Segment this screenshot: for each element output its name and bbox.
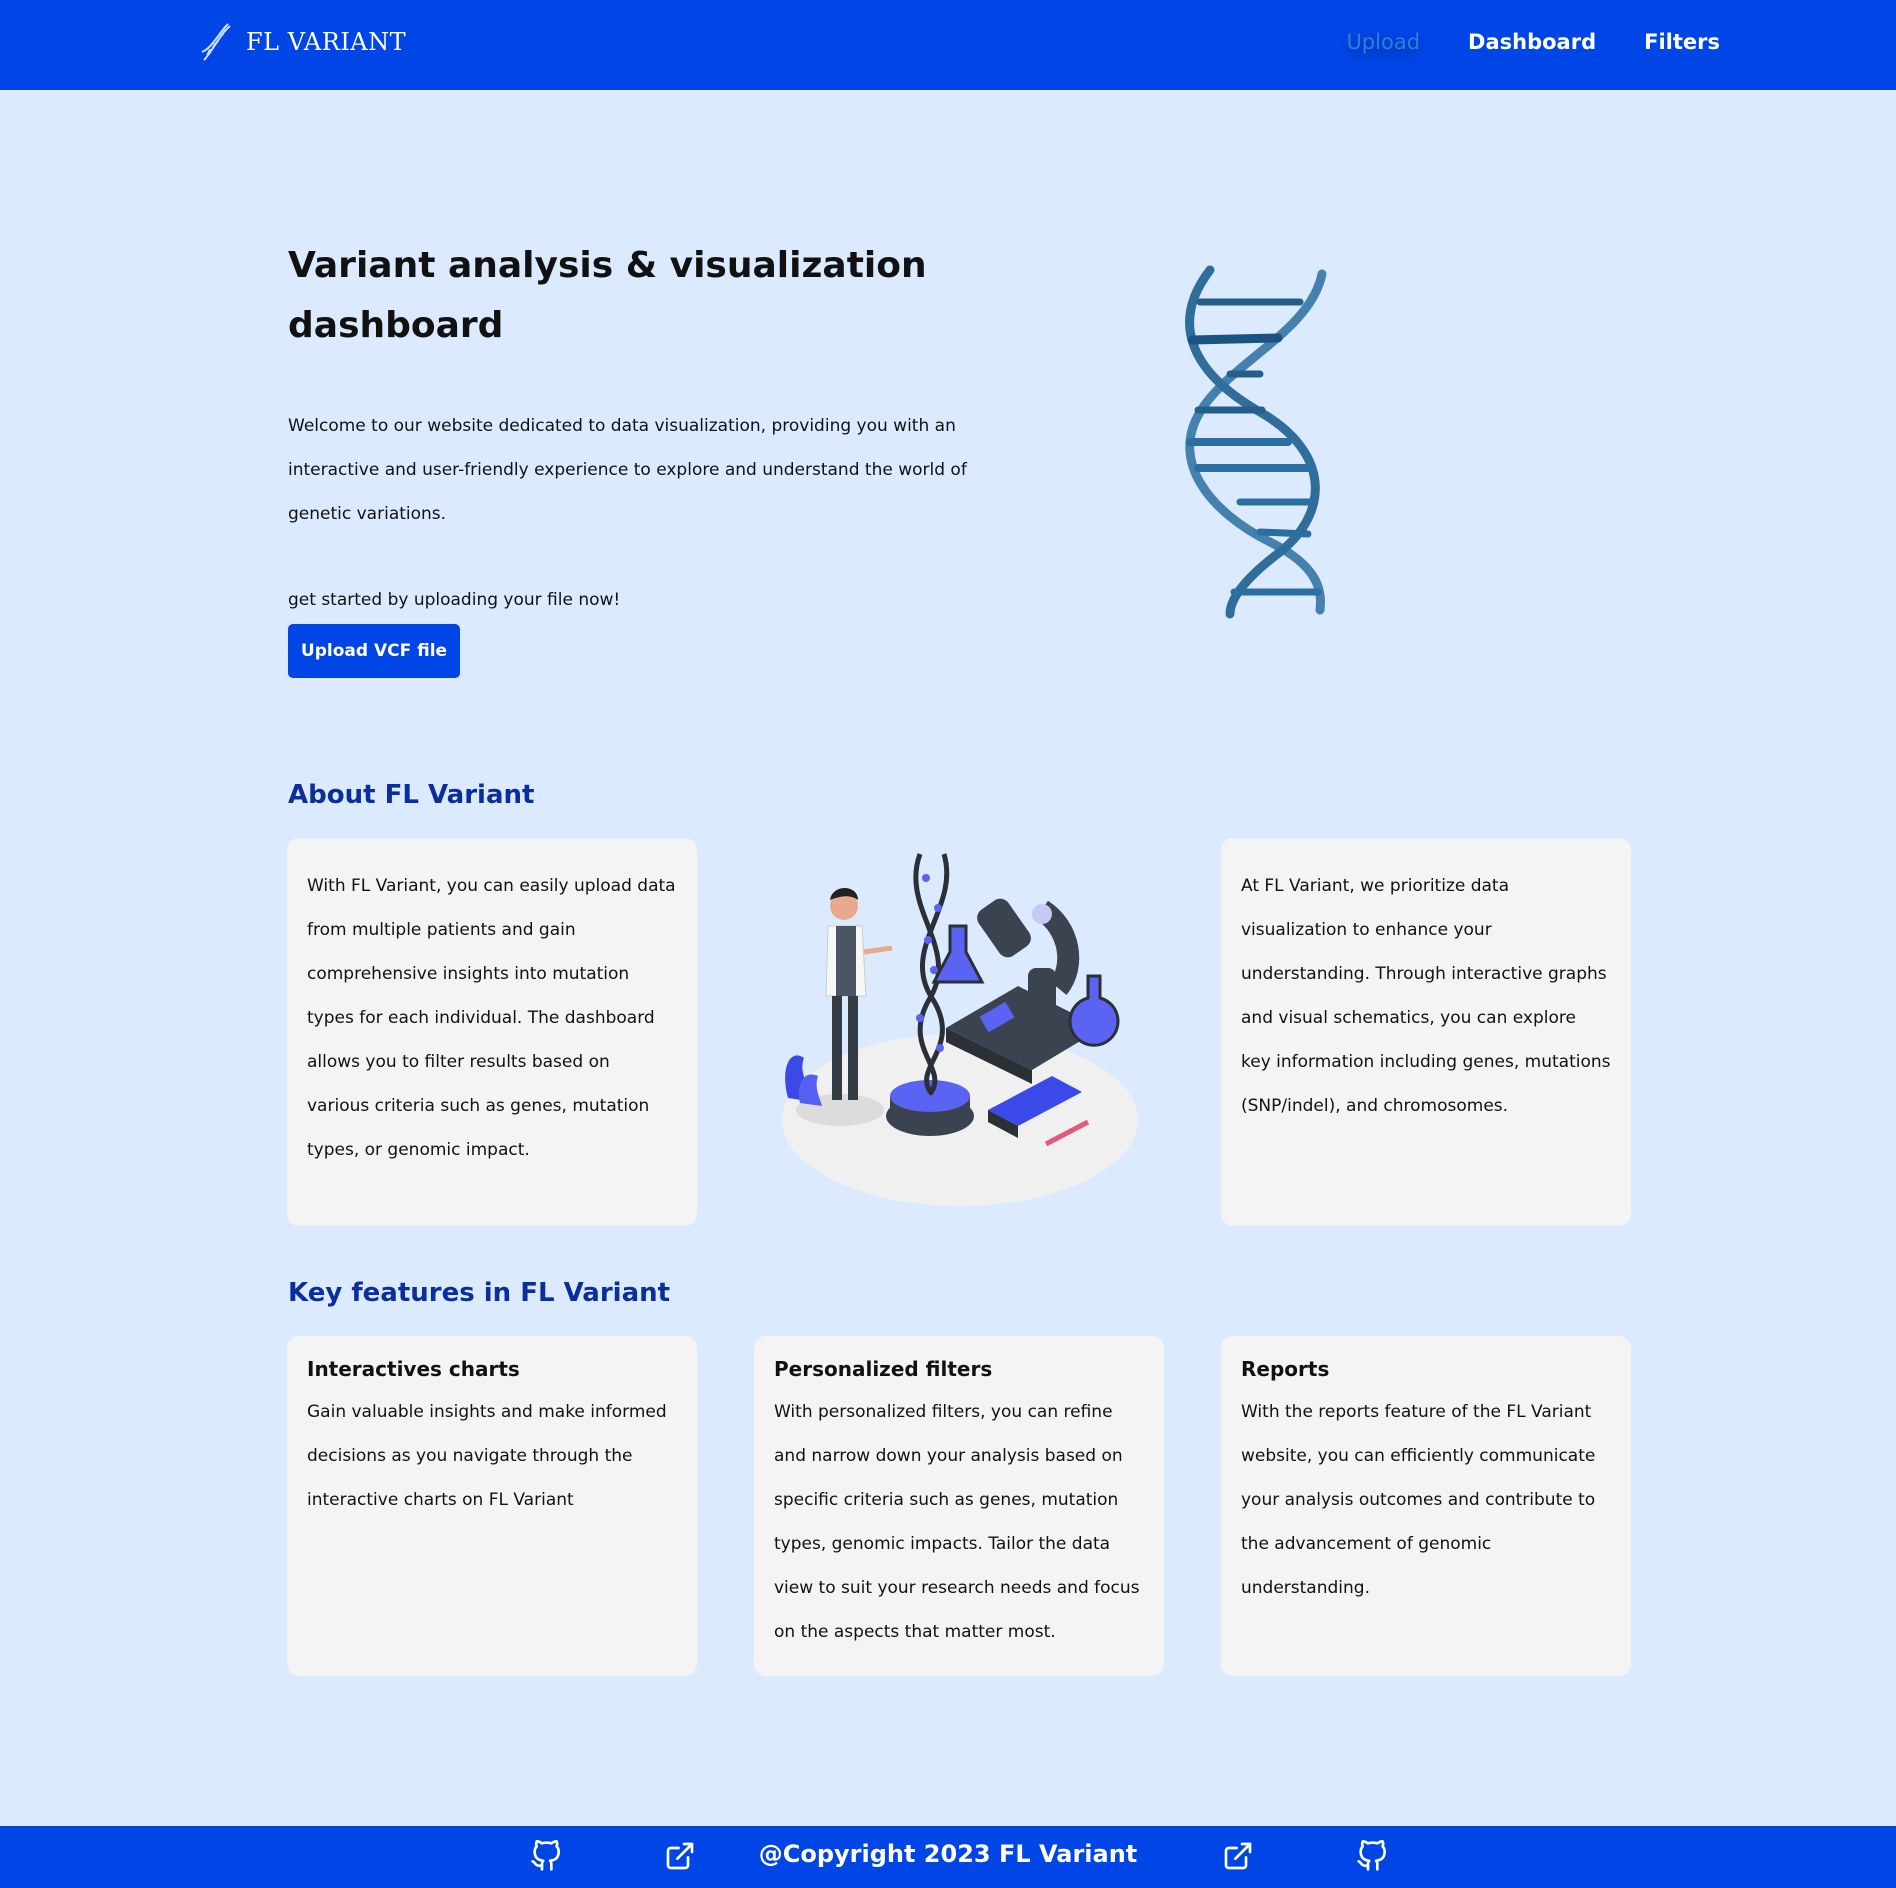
feature-card-reports: Reports With the reports feature of the … <box>1221 1336 1631 1676</box>
footer-copyright: @Copyright 2023 FL Variant <box>758 1840 1138 1868</box>
feature-card-title: Personalized filters <box>774 1357 993 1381</box>
feature-card-filters: Personalized filters With personalized f… <box>754 1336 1164 1676</box>
footer: @Copyright 2023 FL Variant <box>0 1826 1896 1888</box>
about-left-card: With FL Variant, you can easily upload d… <box>287 838 697 1226</box>
feature-card-text: Gain valuable insights and make informed… <box>307 1402 667 1510</box>
brand-name: FL VARIANT <box>246 28 407 56</box>
feature-card-text: With the reports feature of the FL Varia… <box>1241 1402 1596 1598</box>
nav-dashboard-link[interactable]: Dashboard <box>1468 30 1596 54</box>
feature-card-title: Reports <box>1241 1357 1330 1381</box>
feature-card-text: With personalized filters, you can refin… <box>774 1402 1140 1642</box>
hero-cta-text: get started by uploading your file now! <box>288 590 621 610</box>
scientist-illustration <box>782 853 1138 1206</box>
about-title: About FL Variant <box>288 780 535 810</box>
feature-card-charts: Interactives charts Gain valuable insigh… <box>287 1336 697 1676</box>
brand-logo[interactable]: FL VARIANT <box>198 22 406 62</box>
hero-intro: Welcome to our website dedicated to data… <box>288 416 967 524</box>
hero-title: Variant analysis & visualization dashboa… <box>288 245 927 346</box>
nav-links: Upload Dashboard Filters <box>1346 30 1720 54</box>
navbar: FL VARIANT Upload Dashboard Filters <box>0 0 1896 90</box>
about-left-text: With FL Variant, you can easily upload d… <box>307 876 676 1160</box>
github-icon[interactable] <box>1356 1840 1388 1872</box>
dna-icon <box>201 23 231 61</box>
dna-helix-illustration <box>1185 265 1327 619</box>
feature-card-title: Interactives charts <box>307 1357 520 1381</box>
features-title: Key features in FL Variant <box>288 1278 671 1308</box>
external-link-icon[interactable] <box>1222 1840 1254 1872</box>
nav-upload-link[interactable]: Upload <box>1346 30 1420 54</box>
upload-vcf-button[interactable]: Upload VCF file <box>288 624 460 678</box>
about-right-card: At FL Variant, we prioritize data visual… <box>1221 838 1631 1226</box>
about-right-text: At FL Variant, we prioritize data visual… <box>1241 876 1611 1116</box>
nav-filters-link[interactable]: Filters <box>1644 30 1720 54</box>
